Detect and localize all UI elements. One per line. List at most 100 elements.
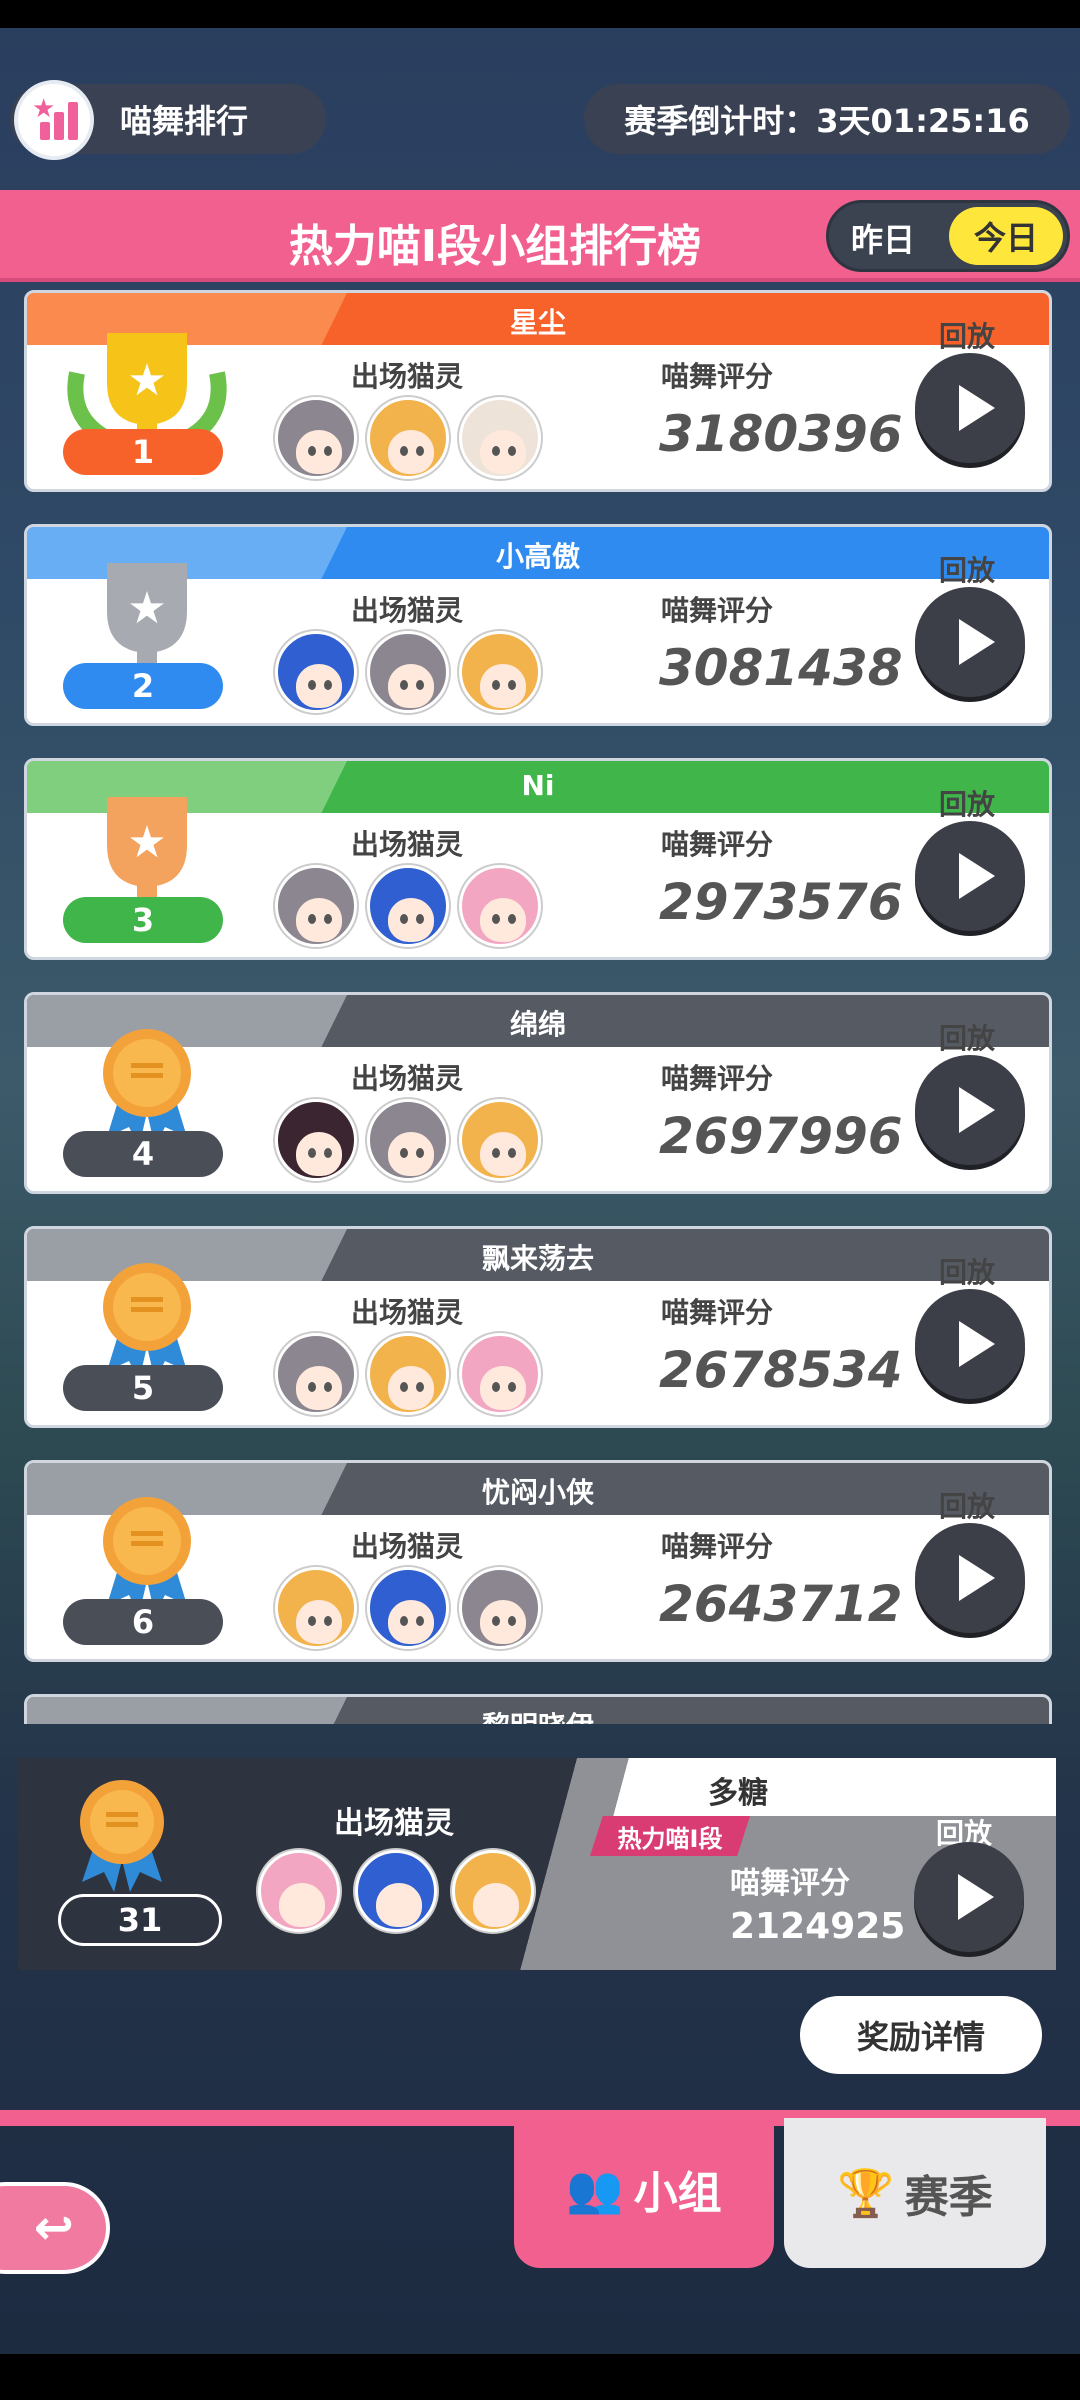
cats-label: 出场猫灵 [351, 360, 464, 393]
group-icon: 👥 [566, 2161, 624, 2216]
section-title: 喵舞排行 [120, 102, 249, 140]
ranking-card: 绵绵 4 出场猫灵 喵舞评分 2697996 回放 [24, 992, 1052, 1194]
svg-text:★: ★ [127, 583, 166, 634]
replay-play-button[interactable] [915, 587, 1025, 697]
own-avatars [258, 1850, 544, 1936]
score-value: 2643712 [659, 1575, 903, 1633]
own-score-label: 喵舞评分 [730, 1866, 850, 1901]
rank-number: 4 [63, 1131, 223, 1177]
tab-season[interactable]: 🏆 赛季 [784, 2118, 1046, 2268]
ranking-card: 小高傲 ★ 2 出场猫灵 喵舞评分 3081438 回放 [24, 524, 1052, 726]
ranking-card: 星尘 ★ 1 出场猫灵 喵舞评分 3180396 回放 [24, 290, 1052, 492]
own-rank: 31 [58, 1894, 222, 1946]
cats-label: 出场猫灵 [351, 1530, 464, 1563]
day-toggle[interactable]: 昨日 今日 [826, 200, 1070, 272]
avatar [459, 1333, 541, 1415]
avatar [459, 1099, 541, 1181]
ribbon-medal-icon [47, 1717, 247, 1724]
rank-number: 6 [63, 1599, 223, 1645]
ranking-card: Ni ★ 3 出场猫灵 喵舞评分 2973576 回放 [24, 758, 1052, 960]
own-replay-button[interactable] [914, 1842, 1024, 1952]
ranking-card: 忧闷小侠 6 出场猫灵 喵舞评分 2643712 回放 [24, 1460, 1052, 1662]
rank-number: 3 [63, 897, 223, 943]
ranking-star-icon: ★ [14, 80, 94, 160]
cats-label: 出场猫灵 [351, 828, 464, 861]
own-score: 2124925 [730, 1906, 906, 1947]
score-label: 喵舞评分 [661, 1530, 774, 1563]
replay-play-button[interactable] [915, 1289, 1025, 1399]
cat-avatars [275, 397, 551, 479]
replay-play-button[interactable] [915, 1523, 1025, 1633]
ranking-card: 黎明晓伊7出场猫灵喵舞评分回放 [24, 1694, 1052, 1724]
own-ranking-card: 31 出场猫灵 多糖 热力喵I段 喵舞评分 2124925 回放 [18, 1758, 1056, 1970]
avatar [275, 865, 357, 947]
avatar [367, 1099, 449, 1181]
cats-label: 出场猫灵 [351, 1296, 464, 1329]
avatar [355, 1850, 438, 1932]
ranking-card: 飘来荡去 5 出场猫灵 喵舞评分 2678534 回放 [24, 1226, 1052, 1428]
avatar [452, 1850, 535, 1932]
cats-label: 出场猫灵 [351, 1062, 464, 1095]
cat-avatars [275, 1333, 551, 1415]
tab-group[interactable]: 👥 小组 [514, 2110, 774, 2268]
back-button[interactable]: ↩ [0, 2182, 110, 2274]
cat-avatars [275, 631, 551, 713]
avatar [275, 1099, 357, 1181]
own-name: 多糖 [708, 1776, 768, 1811]
score-value: 2973576 [659, 873, 903, 931]
score-value: 2697996 [659, 1107, 903, 1165]
replay-play-button[interactable] [915, 1055, 1025, 1165]
cat-avatars [275, 1567, 551, 1649]
avatar [367, 1567, 449, 1649]
rank-number: 1 [63, 429, 223, 475]
ribbon-medal-icon [80, 1780, 164, 1892]
replay-play-button[interactable] [915, 353, 1025, 463]
season-countdown: 赛季倒计时：3天01:25:16 [584, 84, 1070, 154]
replay-label: 回放 [939, 554, 996, 587]
score-value: 3180396 [659, 405, 903, 463]
score-label: 喵舞评分 [661, 1062, 774, 1095]
avatar [275, 631, 357, 713]
avatar [367, 397, 449, 479]
avatar [367, 631, 449, 713]
avatar [275, 1333, 357, 1415]
ranking-list[interactable]: 星尘 ★ 1 出场猫灵 喵舞评分 3180396 回放 小高傲 ★ 2 出场猫灵 喵舞评分 308143… [0, 290, 1080, 1724]
replay-label: 回放 [939, 788, 996, 821]
avatar [459, 397, 541, 479]
trophy-icon: 🏆 [837, 2165, 895, 2220]
svg-text:★: ★ [127, 355, 166, 406]
score-value: 2678534 [659, 1341, 903, 1399]
avatar [459, 631, 541, 713]
tab-group-label: 小组 [633, 2168, 722, 2219]
replay-label: 回放 [939, 320, 996, 353]
score-label: 喵舞评分 [661, 828, 774, 861]
own-cats-label: 出场猫灵 [334, 1806, 454, 1841]
avatar [459, 865, 541, 947]
back-arrow-icon: ↩ [33, 2200, 74, 2256]
toggle-yesterday[interactable]: 昨日 [851, 215, 915, 261]
avatar [275, 1567, 357, 1649]
reward-details-button[interactable]: 奖励详情 [800, 1996, 1042, 2074]
replay-label: 回放 [939, 1490, 996, 1523]
avatar [367, 865, 449, 947]
cat-avatars [275, 865, 551, 947]
toggle-today[interactable]: 今日 [949, 207, 1063, 265]
avatar [459, 1567, 541, 1649]
replay-label: 回放 [939, 1719, 995, 1724]
cat-avatars [275, 1099, 551, 1181]
rank-number: 5 [63, 1365, 223, 1411]
rank-number: 2 [63, 663, 223, 709]
svg-text:★: ★ [127, 817, 166, 868]
rank-medal [47, 1717, 247, 1724]
replay-play-button[interactable] [915, 821, 1025, 931]
score-label: 喵舞评分 [661, 594, 774, 627]
tab-season-label: 赛季 [904, 2172, 993, 2223]
status-bar [0, 0, 1080, 28]
score-label: 喵舞评分 [661, 1296, 774, 1329]
replay-label: 回放 [939, 1256, 996, 1289]
avatar [275, 397, 357, 479]
score-value: 3081438 [659, 639, 903, 697]
tier-tag: 热力喵I段 [590, 1816, 750, 1856]
avatar [367, 1333, 449, 1415]
replay-label: 回放 [939, 1022, 996, 1055]
